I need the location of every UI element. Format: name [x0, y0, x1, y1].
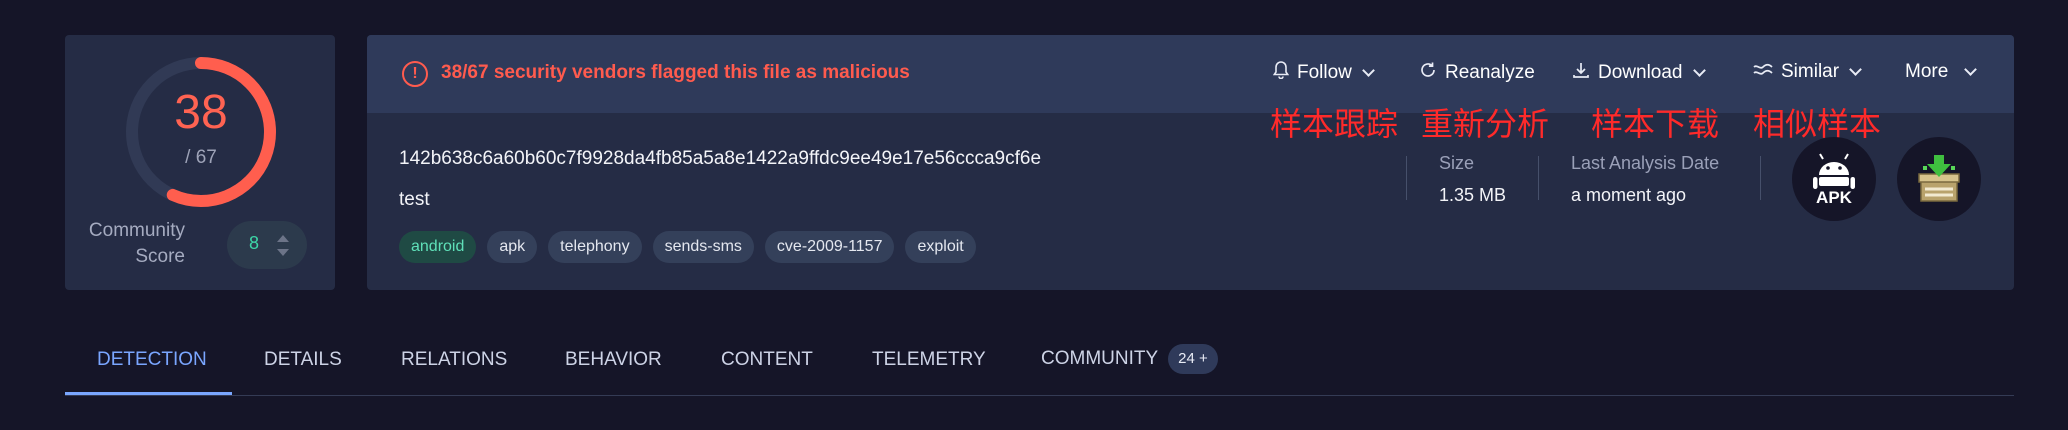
tab-relations[interactable]: RELATIONS: [401, 349, 507, 371]
detection-score-card: 38 / 67 Community Score 8: [65, 35, 335, 290]
more-button[interactable]: More: [1905, 61, 1978, 83]
tab-telemetry[interactable]: TELEMETRY: [872, 349, 986, 371]
community-score-box: 8: [227, 221, 307, 269]
community-score-value: 8: [249, 233, 260, 253]
annotation-follow: 样本跟踪: [1270, 105, 1399, 143]
tab-bar: DETECTION DETAILS RELATIONS BEHAVIOR CON…: [65, 335, 2014, 396]
tag-item[interactable]: android: [399, 231, 477, 263]
refresh-icon: [1419, 61, 1437, 84]
tab-label: DETECTION: [97, 349, 207, 370]
follow-button[interactable]: Follow: [1272, 61, 1375, 84]
annotation-reanalyze: 重新分析: [1421, 105, 1550, 143]
reanalyze-button[interactable]: Reanalyze: [1419, 61, 1535, 84]
file-summary-card: ! 38/67 security vendors flagged this fi…: [367, 35, 2014, 290]
vote-up-icon[interactable]: [277, 235, 289, 242]
similar-label: Similar: [1781, 61, 1840, 82]
annotation-similar: 相似样本: [1753, 105, 1882, 143]
reanalyze-label: Reanalyze: [1445, 61, 1535, 83]
annotation-download: 样本下载: [1591, 105, 1720, 143]
tab-label: DETAILS: [264, 349, 342, 370]
last-analysis-date-label: Last Analysis Date: [1571, 153, 1720, 173]
tab-label: TELEMETRY: [872, 349, 986, 370]
similar-button[interactable]: Similar: [1753, 61, 1862, 83]
chevron-down-icon: [1849, 63, 1862, 76]
tab-behavior[interactable]: BEHAVIOR: [565, 349, 662, 371]
more-label: More: [1905, 61, 1949, 82]
bell-icon: [1272, 61, 1290, 84]
download-button[interactable]: Download: [1572, 61, 1706, 84]
tag-list: android apk telephony sends-sms cve-2009…: [399, 231, 976, 263]
alert-message: 38/67 security vendors flagged this file…: [441, 62, 910, 83]
last-analysis-date-value: a moment ago: [1571, 185, 1687, 205]
android-apk-icon: APK: [1792, 137, 1876, 221]
file-hash[interactable]: 142b638c6a60b60c7f9928da4fb85a5a8e1422a9…: [399, 148, 1041, 170]
tab-content[interactable]: CONTENT: [721, 349, 813, 371]
tab-label: COMMUNITY: [1041, 348, 1159, 369]
chevron-down-icon: [1964, 63, 1978, 76]
tag-item[interactable]: telephony: [548, 231, 642, 263]
tag-item[interactable]: cve-2009-1157: [764, 231, 895, 263]
tag-item[interactable]: exploit: [905, 231, 976, 263]
follow-label: Follow: [1297, 61, 1352, 83]
tab-detection[interactable]: DETECTION: [97, 349, 207, 371]
exclamation-circle-icon: !: [402, 61, 428, 87]
download-icon: [1572, 61, 1590, 84]
file-name: test: [399, 189, 430, 210]
tab-label: CONTENT: [721, 349, 813, 370]
tag-item[interactable]: apk: [487, 231, 538, 263]
detection-total: / 67: [185, 147, 217, 168]
size-label: Size: [1439, 153, 1475, 173]
community-score-label: Community Score: [88, 220, 185, 267]
tag-item[interactable]: sends-sms: [652, 231, 754, 263]
similar-icon: [1753, 62, 1773, 83]
community-count-badge: 24 +: [1168, 344, 1218, 374]
tab-label: RELATIONS: [401, 349, 508, 370]
tab-details[interactable]: DETAILS: [264, 349, 342, 371]
archive-icon: [1897, 137, 1981, 221]
chevron-down-icon: [1692, 63, 1706, 77]
tab-label: BEHAVIOR: [565, 349, 662, 370]
active-tab-indicator: [65, 392, 232, 395]
divider: [1406, 156, 1407, 200]
detection-count: 38: [174, 86, 228, 139]
download-label: Download: [1598, 61, 1683, 83]
divider: [1538, 156, 1539, 200]
chevron-down-icon: [1362, 63, 1375, 77]
vote-down-icon[interactable]: [277, 249, 289, 256]
file-type-label: APK: [1816, 188, 1853, 207]
size-value: 1.35 MB: [1439, 185, 1507, 205]
tab-community[interactable]: COMMUNITY 24 +: [1041, 344, 1218, 374]
divider: [1760, 156, 1761, 200]
